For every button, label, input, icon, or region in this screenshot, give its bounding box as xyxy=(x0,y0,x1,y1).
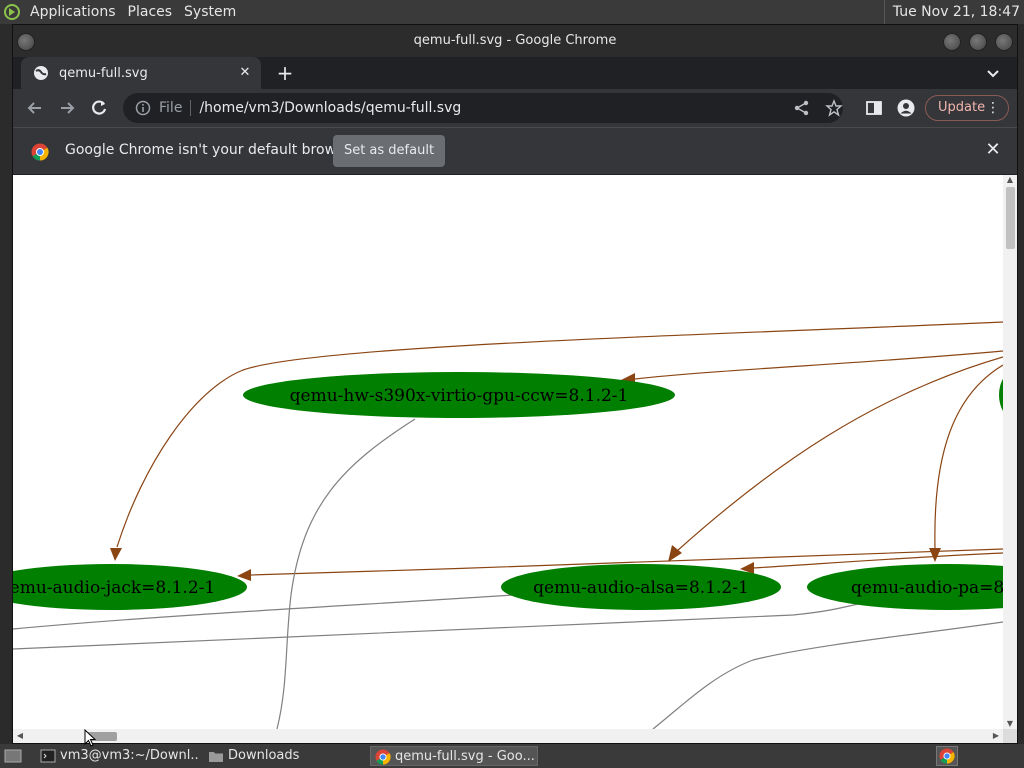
taskbar-item-label: qemu-full.svg - Goo... xyxy=(395,749,535,764)
window-titlebar[interactable]: qemu-full.svg - Google Chrome xyxy=(13,25,1017,57)
back-icon[interactable] xyxy=(25,98,45,118)
workspace-chrome-tray[interactable] xyxy=(936,746,958,766)
set-as-default-button[interactable]: Set as default xyxy=(333,135,445,167)
edge-to-alsa xyxy=(676,356,1004,552)
edge-arrowhead xyxy=(668,545,682,562)
forward-icon[interactable] xyxy=(57,98,77,118)
taskbar-item-downloads[interactable]: Downloads xyxy=(204,746,364,766)
horizontal-scrollbar[interactable]: ◀ ▶ xyxy=(13,729,1003,743)
scrollbar-corner xyxy=(1003,729,1017,743)
node-label-jack: qemu-audio-jack=8.1.2-1 xyxy=(13,578,215,598)
edge-arrowhead xyxy=(237,569,251,581)
node-label-alsa: qemu-audio-alsa=8.1.2-1 xyxy=(533,578,749,598)
folder-icon xyxy=(209,752,223,762)
url-scheme-label: File xyxy=(159,100,183,116)
window-menu-icon[interactable] xyxy=(17,33,35,51)
minimize-icon[interactable] xyxy=(943,33,961,51)
top-panel: Applications Places System Tue Nov 21, 1… xyxy=(0,0,1024,24)
share-icon[interactable] xyxy=(793,99,811,117)
toolbar: File /home/vm3/Downloads/qemu-full.svg U… xyxy=(13,89,1017,127)
infobar-close-icon[interactable]: ✕ xyxy=(985,141,1001,159)
url-separator xyxy=(190,100,192,116)
taskbar-item-label: Downloads xyxy=(228,748,300,763)
node-label-pa: qemu-audio-pa=8.1. xyxy=(851,578,1003,598)
edge-to-pa xyxy=(934,364,1004,549)
vertical-scroll-thumb[interactable] xyxy=(1006,187,1015,249)
scroll-right-arrow-icon[interactable]: ▶ xyxy=(991,731,1001,741)
side-panel-icon[interactable] xyxy=(865,99,883,117)
infobar-message: Google Chrome isn't your default browser xyxy=(65,142,358,158)
menu-places[interactable]: Places xyxy=(122,0,179,24)
clock[interactable]: Tue Nov 21, 18:47 xyxy=(883,0,1020,24)
reload-icon[interactable] xyxy=(89,98,109,118)
svg-viewport[interactable]: qemu-hw-s390x-virtio-gpu-ccw=8.1.2-1 qem… xyxy=(13,175,1017,743)
scroll-down-arrow-icon[interactable]: ▼ xyxy=(1005,719,1015,729)
chrome-icon xyxy=(375,749,391,765)
update-button[interactable]: Update ⋮ xyxy=(925,95,1009,121)
taskbar: vm3@vm3:~/Downl... Downloads qemu-full.s… xyxy=(0,744,1024,768)
edge-to-s390x xyxy=(634,350,1004,380)
close-window-icon[interactable] xyxy=(995,33,1013,51)
url-text[interactable]: /home/vm3/Downloads/qemu-full.svg xyxy=(199,100,461,116)
show-desktop-icon[interactable] xyxy=(4,748,22,764)
scroll-left-arrow-icon[interactable]: ◀ xyxy=(15,731,25,741)
taskbar-item-terminal[interactable]: vm3@vm3:~/Downl... xyxy=(36,746,200,766)
chrome-window: qemu-full.svg - Google Chrome qemu-full.… xyxy=(12,24,1018,744)
maximize-icon[interactable] xyxy=(969,33,987,51)
new-tab-button[interactable]: + xyxy=(275,63,295,83)
edge-arrowhead xyxy=(110,548,122,561)
scroll-up-arrow-icon[interactable]: ▲ xyxy=(1005,175,1015,185)
dependency-graph: qemu-hw-s390x-virtio-gpu-ccw=8.1.2-1 qem… xyxy=(13,321,1017,730)
menu-system[interactable]: System xyxy=(178,0,242,24)
edge-gray-3 xyxy=(13,602,864,650)
edge-to-jack xyxy=(116,321,1004,548)
tab-strip: qemu-full.svg ✕ + xyxy=(13,57,1017,89)
chrome-logo-icon xyxy=(31,143,49,161)
mouse-cursor-icon xyxy=(84,729,96,747)
taskbar-item-label: vm3@vm3:~/Downl... xyxy=(60,748,200,763)
update-label: Update xyxy=(938,100,986,115)
site-info-icon[interactable] xyxy=(135,100,151,116)
tab-qemu-full-svg[interactable]: qemu-full.svg ✕ xyxy=(21,57,261,89)
terminal-icon xyxy=(40,749,56,763)
distro-logo-icon[interactable] xyxy=(0,0,24,24)
profile-avatar-icon[interactable] xyxy=(897,99,915,117)
edge-arrowhead xyxy=(929,548,941,562)
close-tab-icon[interactable]: ✕ xyxy=(237,65,253,81)
node-label-s390x: qemu-hw-s390x-virtio-gpu-ccw=8.1.2-1 xyxy=(290,386,629,406)
window-title: qemu-full.svg - Google Chrome xyxy=(413,33,617,48)
globe-icon xyxy=(34,66,48,80)
address-bar[interactable]: File /home/vm3/Downloads/qemu-full.svg xyxy=(123,93,843,123)
tab-search-chevron-icon[interactable] xyxy=(985,65,1001,81)
menu-applications[interactable]: Applications xyxy=(24,0,122,24)
more-menu-icon[interactable]: ⋮ xyxy=(986,96,1000,120)
vertical-scrollbar[interactable]: ▲ ▼ xyxy=(1003,175,1017,729)
tray-chrome-icon xyxy=(939,748,955,764)
edge-gray-4 xyxy=(652,621,1004,730)
bookmark-star-icon[interactable] xyxy=(825,99,843,117)
taskbar-item-chrome[interactable]: qemu-full.svg - Goo... xyxy=(370,746,538,766)
default-browser-infobar: Google Chrome isn't your default browser… xyxy=(13,127,1017,174)
tab-title: qemu-full.svg xyxy=(59,65,148,81)
